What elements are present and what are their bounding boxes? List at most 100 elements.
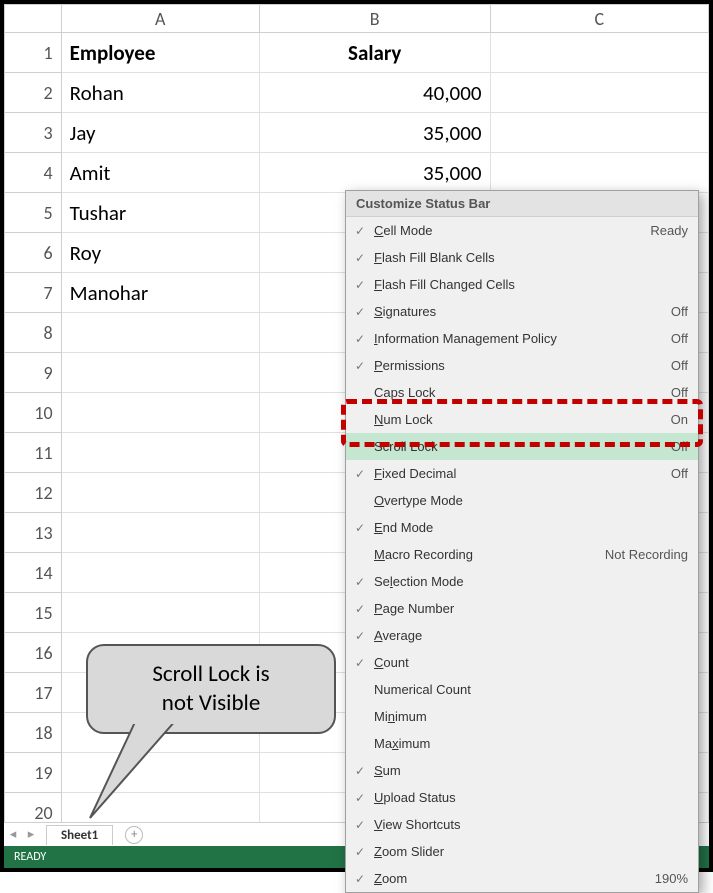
context-menu-item[interactable]: ✓View Shortcuts [346, 811, 698, 838]
sheet-tab[interactable]: Sheet1 [46, 825, 113, 845]
context-menu-item[interactable]: ✓Sum [346, 757, 698, 784]
cell[interactable]: Tushar [61, 193, 259, 233]
row-header[interactable]: 15 [5, 593, 62, 633]
row-header[interactable]: 17 [5, 673, 62, 713]
check-icon: ✓ [346, 872, 374, 886]
check-icon: ✓ [346, 332, 374, 346]
check-icon: ✓ [346, 224, 374, 238]
row-header[interactable]: 14 [5, 553, 62, 593]
row-header[interactable]: 1 [5, 33, 62, 73]
cell[interactable] [61, 353, 259, 393]
context-menu-item[interactable]: Numerical Count [346, 676, 698, 703]
row-header[interactable]: 18 [5, 713, 62, 753]
cell[interactable] [490, 113, 709, 153]
row-header[interactable]: 7 [5, 273, 62, 313]
row-header[interactable]: 3 [5, 113, 62, 153]
cell[interactable] [490, 153, 709, 193]
row-header[interactable]: 12 [5, 473, 62, 513]
row-header[interactable]: 11 [5, 433, 62, 473]
row-header[interactable]: 19 [5, 753, 62, 793]
context-menu-item-value: On [663, 412, 688, 427]
cell[interactable] [61, 753, 259, 793]
context-menu-item[interactable]: ✓End Mode [346, 514, 698, 541]
context-menu-item[interactable]: ✓Count [346, 649, 698, 676]
context-menu-item[interactable]: Caps LockOff [346, 379, 698, 406]
context-menu-item-label: Average [374, 628, 688, 643]
cell[interactable] [61, 553, 259, 593]
context-menu-item-label: Page Number [374, 601, 688, 616]
context-menu-item[interactable]: ✓Page Number [346, 595, 698, 622]
context-menu-item[interactable]: ✓Flash Fill Changed Cells [346, 271, 698, 298]
context-menu-item[interactable]: Overtype Mode [346, 487, 698, 514]
context-menu-item[interactable]: Macro RecordingNot Recording [346, 541, 698, 568]
context-menu-item[interactable]: Minimum [346, 703, 698, 730]
row-header[interactable]: 4 [5, 153, 62, 193]
context-menu-item[interactable]: ✓Average [346, 622, 698, 649]
cell[interactable]: Jay [61, 113, 259, 153]
cell[interactable]: Salary [259, 33, 490, 73]
context-menu-item[interactable]: ✓SignaturesOff [346, 298, 698, 325]
context-menu-item-label: Fixed Decimal [374, 466, 663, 481]
context-menu-item[interactable]: Num LockOn [346, 406, 698, 433]
cell[interactable] [61, 593, 259, 633]
context-menu-item-label: Num Lock [374, 412, 663, 427]
cell[interactable] [61, 433, 259, 473]
context-menu-item[interactable]: ✓Flash Fill Blank Cells [346, 244, 698, 271]
context-menu-item-label: Zoom [374, 871, 647, 886]
check-icon: ✓ [346, 845, 374, 859]
context-menu-item-label: Upload Status [374, 790, 688, 805]
cell[interactable] [61, 313, 259, 353]
context-menu-item[interactable]: ✓Zoom Slider [346, 838, 698, 865]
row-header[interactable]: 10 [5, 393, 62, 433]
cell[interactable]: 40,000 [259, 73, 490, 113]
check-icon: ✓ [346, 305, 374, 319]
check-icon: ✓ [346, 251, 374, 265]
context-menu-item[interactable]: ✓Fixed DecimalOff [346, 460, 698, 487]
context-menu-item[interactable]: ✓Information Management PolicyOff [346, 325, 698, 352]
context-menu-item[interactable]: ✓Upload Status [346, 784, 698, 811]
callout-line1: Scroll Lock is [106, 660, 316, 689]
context-menu-item[interactable]: ✓Zoom190% [346, 865, 698, 892]
context-menu-item-value: Off [663, 331, 688, 346]
tab-nav-prev[interactable]: ◂ [4, 827, 22, 842]
context-menu-item-value: 190% [647, 871, 688, 886]
add-sheet-button[interactable]: + [125, 826, 143, 844]
cell[interactable]: 35,000 [259, 153, 490, 193]
cell[interactable]: Amit [61, 153, 259, 193]
context-menu-item[interactable]: Scroll LockOff [346, 433, 698, 460]
context-menu-item[interactable]: ✓Selection Mode [346, 568, 698, 595]
col-header-b[interactable]: B [259, 5, 490, 33]
row-header[interactable]: 2 [5, 73, 62, 113]
cell[interactable]: Roy [61, 233, 259, 273]
cell[interactable] [490, 73, 709, 113]
context-menu-item-label: Flash Fill Blank Cells [374, 250, 688, 265]
col-header-c[interactable]: C [490, 5, 709, 33]
cell[interactable]: Rohan [61, 73, 259, 113]
col-header-a[interactable]: A [61, 5, 259, 33]
cell[interactable]: Employee [61, 33, 259, 73]
context-menu-item[interactable]: ✓PermissionsOff [346, 352, 698, 379]
context-menu-item[interactable]: ✓Cell ModeReady [346, 217, 698, 244]
cell[interactable] [490, 33, 709, 73]
cell[interactable] [61, 393, 259, 433]
tab-nav-next[interactable]: ▸ [22, 827, 40, 842]
row-header[interactable]: 16 [5, 633, 62, 673]
cell[interactable] [61, 473, 259, 513]
context-menu-item[interactable]: Maximum [346, 730, 698, 757]
check-icon: ✓ [346, 278, 374, 292]
context-menu-item-value: Ready [642, 223, 688, 238]
select-all-corner[interactable] [5, 5, 62, 33]
context-menu-item-label: Maximum [374, 736, 688, 751]
check-icon: ✓ [346, 656, 374, 670]
cell[interactable]: Manohar [61, 273, 259, 313]
context-menu-item-label: Permissions [374, 358, 663, 373]
context-menu-item-label: Count [374, 655, 688, 670]
row-header[interactable]: 8 [5, 313, 62, 353]
cell[interactable] [61, 513, 259, 553]
row-header[interactable]: 6 [5, 233, 62, 273]
cell[interactable]: 35,000 [259, 113, 490, 153]
context-menu-item-label: End Mode [374, 520, 688, 535]
row-header[interactable]: 13 [5, 513, 62, 553]
row-header[interactable]: 9 [5, 353, 62, 393]
row-header[interactable]: 5 [5, 193, 62, 233]
